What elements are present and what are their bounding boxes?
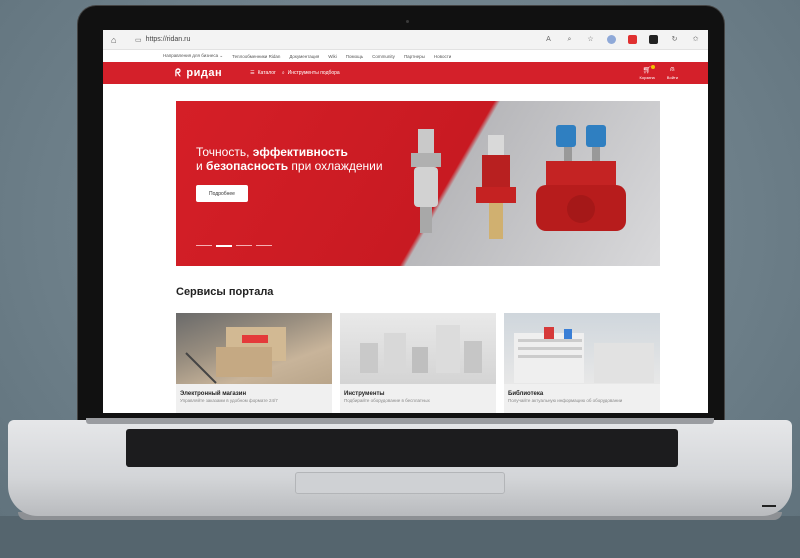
selection-tools-label: Инструменты подбора	[287, 70, 340, 76]
topnav-item[interactable]: Партнеры	[404, 54, 425, 59]
card-title: Инструменты	[344, 391, 385, 397]
service-card-tools[interactable]: Инструменты Подбирайте оборудование в бе…	[340, 313, 496, 413]
slider-dots	[196, 245, 272, 247]
cart-icon: 🛒︎	[642, 65, 655, 74]
selection-tools-link[interactable]: ⌕ Инструменты подбора	[282, 70, 340, 76]
status-led	[762, 505, 776, 507]
logo-text: ридан	[186, 67, 223, 79]
slide-dot[interactable]	[196, 245, 212, 246]
hero-text-bold: эффективность	[252, 145, 348, 159]
library-image	[504, 313, 660, 384]
login-label: Войти	[666, 75, 678, 80]
topnav-item[interactable]: Документация	[289, 54, 319, 59]
topnav-item[interactable]: Wiki	[328, 54, 337, 59]
webcam	[406, 20, 409, 23]
favorite-star-icon[interactable]: ☆	[586, 35, 595, 44]
favorites-icon[interactable]: ✩	[691, 35, 700, 44]
user-icon: ⍝	[670, 66, 675, 73]
hero-text: при охлаждении	[288, 159, 383, 173]
card-subtitle: Получайте актуальную информацию об обору…	[508, 398, 623, 403]
more-button[interactable]: Подробнее	[196, 185, 248, 202]
hero-headline-line1: Точность, эффективность	[196, 145, 348, 159]
hero-headline-line2: и безопасность при охлаждении	[196, 159, 383, 173]
valves-product-image	[411, 125, 626, 239]
extension-icon[interactable]	[628, 35, 637, 44]
services-cards: Электронный магазин Управляйте заказами …	[176, 313, 660, 413]
read-aloud-icon[interactable]: A	[544, 35, 553, 44]
catalog-button[interactable]: ☰ Каталог	[250, 70, 276, 76]
zoom-icon[interactable]: ⌕	[565, 35, 574, 44]
search-icon: ⌕	[281, 70, 285, 76]
laptop-hinge	[86, 418, 714, 424]
card-subtitle: Подбирайте оборудование в бесплатных	[344, 398, 430, 403]
card-subtitle: Управляйте заказами в удобном формате 24…	[180, 398, 278, 403]
menu-icon: ☰	[250, 70, 255, 76]
service-card-shop[interactable]: Электронный магазин Управляйте заказами …	[176, 313, 332, 413]
tools-image	[340, 313, 496, 384]
top-navigation: Направления для бизнеса ⌄ Теплообменники…	[103, 50, 708, 62]
cart-label: Корзина	[639, 75, 655, 80]
topnav-item[interactable]: Направления для бизнеса ⌄	[163, 53, 223, 59]
site-info-icon[interactable]: ▭	[135, 36, 142, 44]
topnav-item[interactable]: Community	[372, 54, 395, 59]
refresh-icon[interactable]: ↻	[670, 35, 679, 44]
slide-dot[interactable]	[256, 245, 272, 246]
keyboard	[126, 429, 678, 467]
background-floor	[0, 516, 800, 558]
services-heading: Сервисы портала	[176, 286, 274, 298]
slide-dot-active[interactable]	[216, 245, 232, 247]
shop-image	[176, 313, 332, 384]
logo[interactable]: ᖇ ридан	[175, 67, 222, 79]
card-title: Библиотека	[508, 391, 544, 397]
address-bar[interactable]: https://ridan.ru	[146, 36, 191, 43]
hero-text: Точность,	[196, 145, 253, 159]
login-button[interactable]: ⍝ Войти	[667, 66, 678, 80]
site-header: ᖇ ридан ☰ Каталог ⌕ Инструменты подбора …	[103, 62, 708, 84]
logo-icon: ᖇ	[175, 67, 182, 79]
hero-text: и	[196, 159, 207, 173]
cart-button[interactable]: 🛒︎ Корзина	[639, 65, 655, 80]
laptop-screen: ⌂ ▭ https://ridan.ru A ⌕ ☆ ↻ ✩ Направлен…	[103, 30, 708, 413]
topnav-item[interactable]: Помощь	[346, 54, 363, 59]
browser-toolbar: ⌂ ▭ https://ridan.ru A ⌕ ☆ ↻ ✩	[103, 30, 708, 50]
slide-dot[interactable]	[236, 245, 252, 246]
home-icon[interactable]: ⌂	[111, 35, 121, 45]
topnav-item[interactable]: Новости	[434, 54, 451, 59]
service-card-library[interactable]: Библиотека Получайте актуальную информац…	[504, 313, 660, 413]
topnav-item[interactable]: Теплообменники Ridan	[232, 54, 280, 59]
extension-icon[interactable]	[649, 35, 658, 44]
hero-banner: Точность, эффективность и безопасность п…	[176, 101, 660, 266]
trackpad	[295, 472, 505, 494]
extension-icon[interactable]	[607, 35, 616, 44]
catalog-label: Каталог	[257, 70, 276, 76]
hero-text-bold: безопасность	[206, 159, 289, 173]
card-title: Электронный магазин	[180, 391, 247, 397]
